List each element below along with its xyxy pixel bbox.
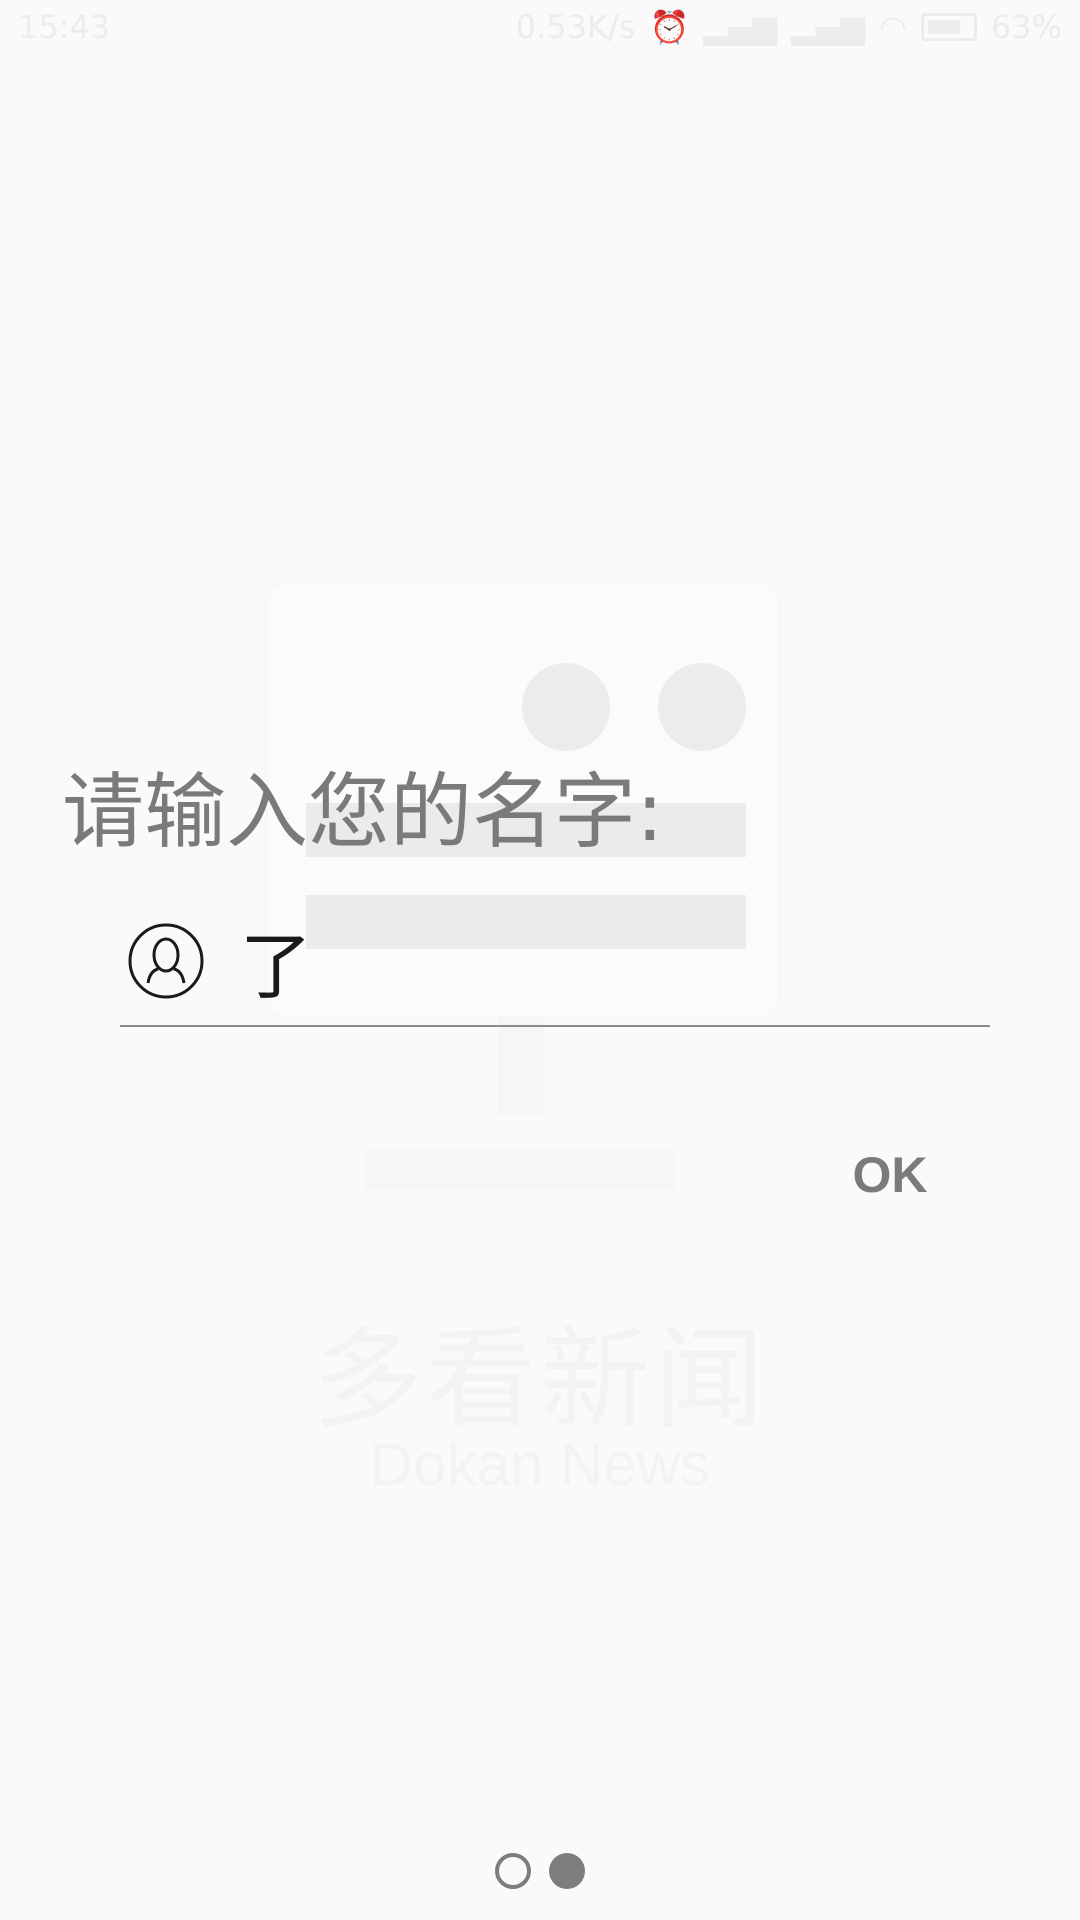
name-prompt-label: 请输入您的名字: xyxy=(62,765,664,860)
battery-percent: 63% xyxy=(990,8,1062,46)
user-icon xyxy=(128,923,204,999)
wifi-icon: ◠ xyxy=(878,8,907,46)
name-input[interactable] xyxy=(240,905,980,1015)
illustration-circle xyxy=(522,663,610,751)
network-speed: 0.53K/s xyxy=(515,8,636,46)
alarm-icon: ⏰ xyxy=(649,8,690,46)
battery-icon xyxy=(920,13,977,41)
status-time: 15:43 xyxy=(18,8,111,46)
illustration-circle xyxy=(658,663,746,751)
illustration-base xyxy=(365,1150,675,1190)
signal-icon: ▂▄▆ xyxy=(791,8,865,46)
background-logo-cn: 多看新闻 xyxy=(312,1316,768,1444)
page-dot-2[interactable] xyxy=(549,1853,585,1889)
background-logo-en: Dokan News xyxy=(369,1431,711,1498)
illustration-stand xyxy=(498,1015,544,1115)
page-dot-1[interactable] xyxy=(495,1853,531,1889)
status-bar: 15:43 0.53K/s ⏰ ▂▄▆ ▂▄▆ ◠ 63% xyxy=(0,0,1080,62)
name-input-row xyxy=(120,905,990,1027)
page-indicator xyxy=(0,1853,1080,1889)
status-icons: 0.53K/s ⏰ ▂▄▆ ▂▄▆ ◠ 63% xyxy=(516,8,1062,46)
signal-icon: ▂▄▆ xyxy=(703,8,778,46)
ok-button[interactable]: OK xyxy=(835,1135,945,1215)
